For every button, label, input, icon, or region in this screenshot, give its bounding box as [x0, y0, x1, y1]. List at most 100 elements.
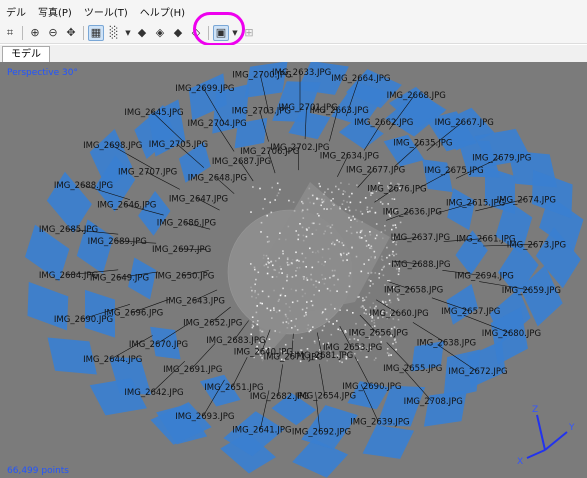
cloud-point [397, 273, 400, 276]
zoom-out-icon[interactable]: ⊖ [45, 25, 61, 41]
cloud-point [257, 293, 260, 296]
grid-icon[interactable]: ⌗ [2, 25, 18, 41]
cloud-point [314, 342, 316, 344]
cloud-point [364, 324, 367, 326]
cloud-point [294, 325, 296, 328]
cloud-point [311, 194, 314, 197]
cloud-point [295, 318, 297, 320]
cloud-point [374, 237, 377, 240]
cloud-point [279, 232, 281, 234]
zoom-in-icon[interactable]: ⊕ [27, 25, 43, 41]
cloud-point [271, 276, 274, 278]
cloud-point [250, 263, 252, 265]
cloud-point [386, 246, 388, 249]
cloud-point [332, 203, 334, 205]
cloud-point [380, 231, 383, 233]
cloud-point [333, 284, 336, 286]
cloud-point [372, 302, 375, 304]
cloud-point [284, 343, 287, 346]
cloud-point [395, 253, 398, 255]
cloud-point [329, 226, 332, 229]
cloud-point [330, 199, 332, 202]
cloud-point [383, 265, 385, 268]
axis-z-label: Z [532, 405, 538, 415]
cloud-point [310, 278, 312, 281]
menu-bar: デル 写真(P) ツール(T) ヘルプ(H) [0, 0, 587, 22]
axis-z-line [536, 414, 546, 451]
camera-label: IMG_2701.JPG [279, 103, 338, 113]
menu-photo[interactable]: 写真(P) [32, 4, 78, 19]
cloud-point [287, 264, 289, 266]
cloud-point [261, 290, 264, 293]
menu-tools[interactable]: ツール(T) [78, 4, 134, 19]
cloud-point [375, 305, 377, 308]
cloud-point [363, 299, 366, 301]
camera-label: IMG_2652.JPG [183, 319, 242, 329]
cloud-point [328, 321, 330, 323]
cloud-point [362, 299, 364, 302]
tab-bar: モデル [0, 45, 587, 63]
cloud-point [306, 327, 309, 330]
menu-help[interactable]: ヘルプ(H) [134, 4, 191, 19]
cloud-point [322, 311, 324, 313]
cloud-point [286, 279, 288, 282]
cloud-point [277, 300, 280, 302]
cloud-point [388, 263, 391, 265]
cloud-point [278, 298, 280, 301]
view-mode-icon[interactable]: ▦ [88, 24, 104, 41]
cloud-point [255, 311, 258, 314]
cube-left-icon[interactable]: ◆ [134, 25, 150, 41]
tab-model[interactable]: モデル [2, 46, 50, 62]
cloud-point [332, 241, 334, 244]
cloud-point [357, 339, 359, 341]
dots-icon[interactable]: ░ [106, 25, 122, 41]
cloud-point [333, 243, 336, 246]
cube-right-icon[interactable]: ◆ [170, 25, 186, 41]
cloud-point [356, 184, 358, 186]
camera-label: IMG_2640.JPG [234, 348, 293, 358]
cloud-point [271, 317, 273, 319]
cloud-point [316, 213, 319, 215]
cloud-point [373, 325, 376, 327]
cloud-point [323, 198, 326, 201]
cloud-point [340, 256, 342, 258]
cloud-point [304, 292, 306, 295]
scene-canvas[interactable]: IMG_2633.JPGIMG_2663.JPGIMG_2634.JPGIMG_… [0, 62, 587, 478]
cloud-point [334, 307, 336, 310]
camera-label: IMG_2700.JPG [232, 71, 291, 81]
cloud-point [271, 186, 273, 189]
cloud-point [379, 201, 382, 203]
camera-label: IMG_2670.JPG [129, 340, 188, 350]
cube-front-icon[interactable]: ◈ [152, 25, 168, 41]
model-viewport[interactable]: IMG_2633.JPG IMG_2663.JPG IMG_2634.JPG IMG_… [0, 62, 587, 478]
cloud-point [392, 250, 394, 253]
camera-label: IMG_2677.JPG [346, 165, 405, 175]
cloud-point [274, 199, 276, 201]
cloud-point [327, 188, 329, 190]
cloud-point [391, 198, 394, 200]
cloud-point [373, 322, 376, 324]
dropdown-arrow-icon[interactable]: ▼ [124, 25, 132, 41]
cloud-point [329, 289, 332, 292]
cloud-point [275, 276, 278, 278]
cloud-point [384, 301, 387, 303]
cloud-point [254, 268, 256, 271]
camera-label: IMG_2684.JPG [39, 271, 98, 281]
cloud-point [339, 329, 342, 331]
cloud-point [334, 269, 336, 272]
cloud-point [365, 313, 367, 315]
cloud-point [327, 248, 330, 250]
cloud-point [337, 328, 339, 331]
cloud-point [395, 341, 397, 344]
cloud-point [395, 348, 397, 351]
menu-model[interactable]: デル [0, 4, 32, 19]
camera-label: IMG_2639.JPG [350, 418, 409, 428]
cloud-point [368, 292, 371, 294]
camera-label: IMG_2680.JPG [482, 329, 541, 339]
cloud-point [338, 241, 340, 243]
cloud-point [376, 234, 378, 237]
cloud-point [268, 338, 271, 340]
cloud-point [296, 329, 299, 331]
move-icon[interactable]: ✥ [63, 25, 79, 41]
camera-label: IMG_2659.JPG [502, 286, 561, 296]
